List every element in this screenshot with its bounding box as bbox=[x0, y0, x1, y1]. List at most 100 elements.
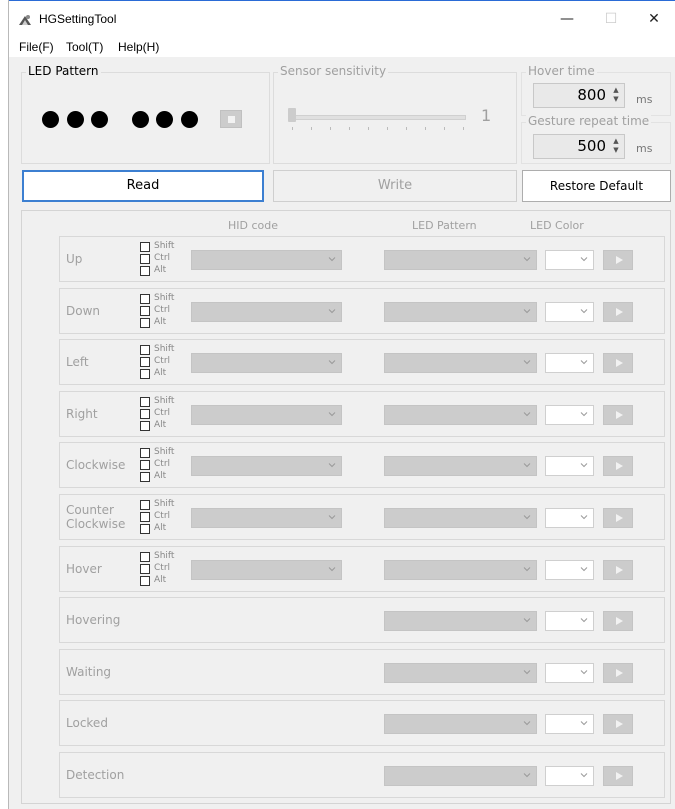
led-color-dropdown[interactable] bbox=[545, 250, 594, 270]
sensor-value: 1 bbox=[481, 106, 492, 125]
led-pattern-dropdown[interactable] bbox=[384, 662, 537, 683]
modifier-alt[interactable]: Alt bbox=[140, 317, 180, 329]
modifier-alt[interactable]: Alt bbox=[140, 471, 180, 483]
checkbox[interactable] bbox=[140, 345, 150, 356]
modifier-ctrl[interactable]: Ctrl bbox=[140, 305, 180, 317]
checkbox[interactable] bbox=[140, 305, 150, 316]
play-button[interactable] bbox=[603, 301, 633, 322]
led-color-dropdown[interactable] bbox=[545, 301, 594, 322]
checkbox[interactable] bbox=[140, 317, 150, 328]
hid-code-dropdown[interactable] bbox=[191, 559, 342, 580]
play-button[interactable] bbox=[603, 662, 633, 683]
menu-file[interactable]: File(F) bbox=[19, 40, 54, 54]
spinner-arrows-icon[interactable]: ▲ ▼ bbox=[611, 86, 621, 104]
spinner-arrows-icon[interactable]: ▲ ▼ bbox=[611, 137, 621, 155]
led-color-dropdown[interactable] bbox=[545, 508, 594, 528]
modifier-alt[interactable]: Alt bbox=[140, 575, 180, 587]
led-pattern-dropdown[interactable] bbox=[384, 456, 537, 477]
led-pattern-dropdown[interactable] bbox=[384, 508, 537, 528]
close-button[interactable]: ✕ bbox=[632, 2, 675, 36]
modifier-shift[interactable]: Shift bbox=[140, 499, 180, 511]
led-color-dropdown[interactable] bbox=[545, 456, 594, 477]
hover-time-spinner[interactable]: 800 ▲ ▼ bbox=[533, 83, 625, 108]
modifier-shift[interactable]: Shift bbox=[140, 293, 180, 305]
minimize-button[interactable]: — bbox=[545, 2, 589, 36]
sensor-slider-track[interactable] bbox=[292, 115, 466, 120]
checkbox[interactable] bbox=[140, 369, 150, 380]
write-button[interactable]: Write bbox=[273, 170, 517, 202]
led-color-dropdown[interactable] bbox=[545, 353, 594, 374]
checkbox[interactable] bbox=[140, 448, 150, 459]
read-button[interactable]: Read bbox=[22, 170, 264, 202]
led-color-dropdown[interactable] bbox=[545, 714, 594, 735]
modifier-shift[interactable]: Shift bbox=[140, 551, 180, 563]
checkbox[interactable] bbox=[140, 575, 150, 586]
checkbox[interactable] bbox=[140, 420, 150, 431]
checkbox[interactable] bbox=[140, 500, 150, 510]
led-pattern-dropdown[interactable] bbox=[384, 766, 537, 786]
led-color-dropdown[interactable] bbox=[545, 404, 594, 425]
checkbox[interactable] bbox=[140, 293, 150, 304]
play-button[interactable] bbox=[603, 508, 633, 528]
checkbox[interactable] bbox=[140, 357, 150, 368]
maximize-button[interactable]: ☐ bbox=[589, 2, 633, 36]
checkbox[interactable] bbox=[140, 472, 150, 483]
modifier-shift[interactable]: Shift bbox=[140, 447, 180, 459]
checkbox[interactable] bbox=[140, 242, 150, 252]
hid-code-dropdown[interactable] bbox=[191, 456, 342, 477]
modifier-ctrl[interactable]: Ctrl bbox=[140, 253, 180, 265]
modifier-shift[interactable]: Shift bbox=[140, 241, 180, 253]
led-color-dropdown[interactable] bbox=[545, 559, 594, 580]
led-pattern-dropdown[interactable] bbox=[384, 559, 537, 580]
modifier-alt[interactable]: Alt bbox=[140, 523, 180, 535]
modifier-alt[interactable]: Alt bbox=[140, 368, 180, 380]
hid-code-dropdown[interactable] bbox=[191, 508, 342, 528]
checkbox[interactable] bbox=[140, 396, 150, 407]
play-button[interactable] bbox=[603, 766, 633, 786]
hid-code-dropdown[interactable] bbox=[191, 353, 342, 374]
title-bar[interactable]: HGSettingTool — ☐ ✕ bbox=[9, 1, 675, 37]
play-button[interactable] bbox=[603, 456, 633, 477]
modifier-ctrl[interactable]: Ctrl bbox=[140, 511, 180, 523]
led-pattern-dropdown[interactable] bbox=[384, 301, 537, 322]
modifier-shift[interactable]: Shift bbox=[140, 396, 180, 408]
sensor-slider-thumb[interactable] bbox=[288, 108, 296, 122]
checkbox[interactable] bbox=[140, 563, 150, 574]
play-button[interactable] bbox=[603, 404, 633, 425]
led-pattern-dropdown[interactable] bbox=[384, 714, 537, 735]
play-button[interactable] bbox=[603, 250, 633, 270]
modifier-shift[interactable]: Shift bbox=[140, 344, 180, 356]
led-pattern-dropdown[interactable] bbox=[384, 404, 537, 425]
led-pattern-dropdown[interactable] bbox=[384, 250, 537, 270]
menu-help[interactable]: Help(H) bbox=[118, 40, 159, 54]
checkbox[interactable] bbox=[140, 524, 150, 534]
modifier-ctrl[interactable]: Ctrl bbox=[140, 408, 180, 420]
checkbox[interactable] bbox=[140, 266, 150, 276]
play-button[interactable] bbox=[603, 559, 633, 580]
checkbox[interactable] bbox=[140, 512, 150, 522]
play-button[interactable] bbox=[603, 611, 633, 632]
led-color-dropdown[interactable] bbox=[545, 662, 594, 683]
play-button[interactable] bbox=[603, 714, 633, 735]
restore-default-button[interactable]: Restore Default bbox=[522, 170, 671, 202]
modifier-ctrl[interactable]: Ctrl bbox=[140, 356, 180, 368]
modifier-alt[interactable]: Alt bbox=[140, 420, 180, 432]
modifier-ctrl[interactable]: Ctrl bbox=[140, 459, 180, 471]
led-pattern-dropdown[interactable] bbox=[384, 353, 537, 374]
checkbox[interactable] bbox=[140, 254, 150, 264]
menu-tool[interactable]: Tool(T) bbox=[66, 40, 103, 54]
modifier-ctrl[interactable]: Ctrl bbox=[140, 563, 180, 575]
led-color-dropdown[interactable] bbox=[545, 611, 594, 632]
hid-code-dropdown[interactable] bbox=[191, 250, 342, 270]
hid-code-dropdown[interactable] bbox=[191, 301, 342, 322]
led-stop-button[interactable] bbox=[220, 110, 242, 128]
checkbox[interactable] bbox=[140, 460, 150, 471]
hid-code-dropdown[interactable] bbox=[191, 404, 342, 425]
modifier-alt[interactable]: Alt bbox=[140, 265, 180, 277]
led-pattern-dropdown[interactable] bbox=[384, 611, 537, 632]
play-button[interactable] bbox=[603, 353, 633, 374]
checkbox[interactable] bbox=[140, 551, 150, 562]
gesture-repeat-spinner[interactable]: 500 ▲ ▼ bbox=[533, 134, 625, 159]
checkbox[interactable] bbox=[140, 408, 150, 419]
led-color-dropdown[interactable] bbox=[545, 766, 594, 786]
